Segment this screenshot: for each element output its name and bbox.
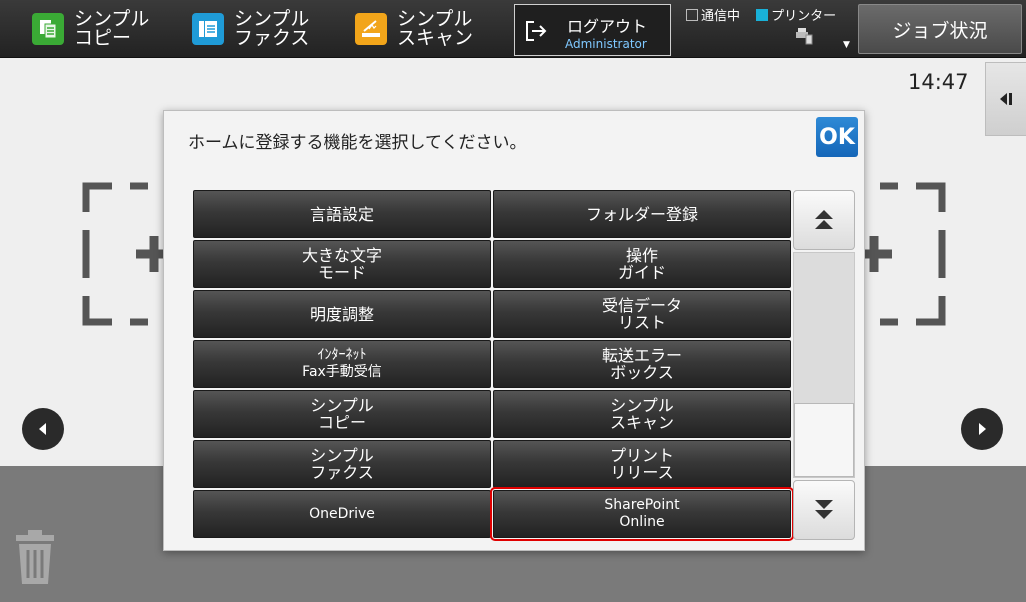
function-button-simple-copy[interactable]: シンプル コピー bbox=[193, 390, 491, 438]
function-button-simple-scan[interactable]: シンプル スキャン bbox=[493, 390, 791, 438]
function-button-grid: 言語設定 フォルダー登録 大きな文字 モード 操作 ガイド 明度調整 受信データ… bbox=[193, 190, 794, 541]
function-button-operation-guide[interactable]: 操作 ガイド bbox=[493, 240, 791, 288]
function-button-transfer-error-box[interactable]: 転送エラー ボックス bbox=[493, 340, 791, 388]
function-select-dialog: ホームに登録する機能を選択してください。 OK 言語設定 フォルダー登録 大きな… bbox=[163, 110, 865, 551]
function-button-large-text-mode[interactable]: 大きな文字 モード bbox=[193, 240, 491, 288]
function-button-brightness[interactable]: 明度調整 bbox=[193, 290, 491, 338]
function-button-language[interactable]: 言語設定 bbox=[193, 190, 491, 238]
trash-icon[interactable] bbox=[14, 528, 56, 590]
next-page-button[interactable] bbox=[961, 408, 1003, 450]
function-button-simple-fax[interactable]: シンプル ファクス bbox=[193, 440, 491, 488]
collapse-arrow-icon bbox=[1000, 93, 1012, 105]
shortcut-label: シンプル ファクス bbox=[234, 8, 310, 49]
job-status-button[interactable]: ジョブ状況 bbox=[858, 4, 1022, 54]
printer-indicator-icon bbox=[756, 9, 769, 21]
logout-icon bbox=[524, 20, 548, 46]
scan-icon bbox=[355, 13, 387, 45]
user-name: Administrator bbox=[565, 37, 647, 51]
function-button-print-release[interactable]: プリント リリース bbox=[493, 440, 791, 488]
scroll-thumb[interactable] bbox=[794, 403, 854, 477]
side-panel-tab[interactable] bbox=[985, 62, 1026, 136]
scroll-down-button[interactable] bbox=[793, 480, 855, 540]
double-chevron-up-icon bbox=[815, 210, 833, 229]
empty-home-slot-left[interactable] bbox=[82, 182, 172, 331]
comm-status-label: 通信中 bbox=[701, 9, 741, 24]
list-scrollbar[interactable] bbox=[793, 190, 855, 540]
simple-copy-shortcut[interactable]: シンプル コピー bbox=[32, 6, 149, 52]
function-button-internet-fax-receive[interactable]: ｲﾝﾀｰﾈｯﾄ Fax手動受信 bbox=[193, 340, 491, 388]
function-button-received-data-list[interactable]: 受信データ リスト bbox=[493, 290, 791, 338]
top-bar: シンプル コピー シンプル ファクス シンプル スキャン ログアウト Admin… bbox=[0, 0, 1026, 58]
function-button-folder-register[interactable]: フォルダー登録 bbox=[493, 190, 791, 238]
prev-page-button[interactable] bbox=[22, 408, 64, 450]
printer-icon[interactable] bbox=[794, 26, 814, 50]
logout-label: ログアウト bbox=[567, 17, 648, 36]
scroll-up-button[interactable] bbox=[793, 190, 855, 250]
chevron-down-icon[interactable]: ▼ bbox=[843, 40, 850, 50]
double-chevron-down-icon bbox=[815, 500, 833, 519]
arrow-right-icon bbox=[979, 423, 986, 435]
simple-scan-shortcut[interactable]: シンプル スキャン bbox=[355, 6, 473, 52]
fax-icon bbox=[192, 13, 224, 45]
printer-status-label: プリンター bbox=[771, 9, 837, 24]
empty-home-slot-right[interactable] bbox=[856, 182, 946, 331]
shortcut-label: シンプル スキャン bbox=[397, 8, 474, 49]
simple-fax-shortcut[interactable]: シンプル ファクス bbox=[192, 6, 309, 52]
dialog-title: ホームに登録する機能を選択してください。 bbox=[188, 133, 527, 153]
ok-button[interactable]: OK bbox=[816, 117, 858, 157]
function-button-onedrive[interactable]: OneDrive bbox=[193, 490, 491, 538]
copy-icon bbox=[32, 13, 64, 45]
arrow-left-icon bbox=[39, 423, 46, 435]
clock: 14:47 bbox=[908, 70, 969, 94]
scroll-track[interactable] bbox=[793, 252, 855, 478]
shortcut-label: シンプル コピー bbox=[74, 8, 150, 49]
comm-indicator-icon bbox=[686, 9, 698, 21]
status-indicators: 通信中 プリンター bbox=[686, 5, 836, 24]
function-button-sharepoint-online[interactable]: SharePoint Online bbox=[490, 487, 794, 541]
logout-button[interactable]: ログアウト Administrator bbox=[514, 4, 671, 56]
